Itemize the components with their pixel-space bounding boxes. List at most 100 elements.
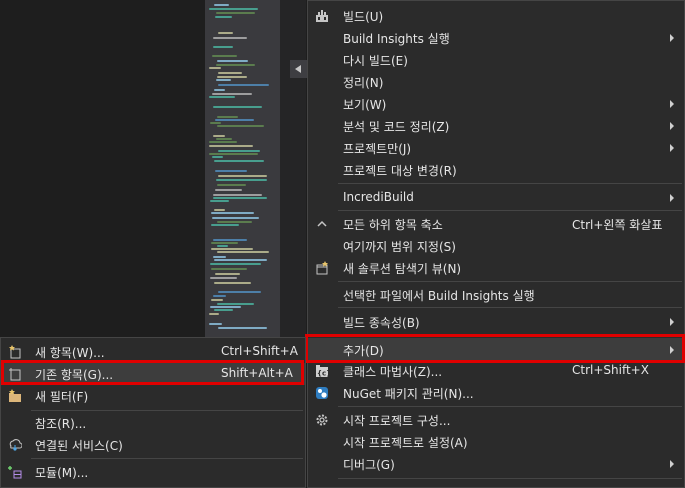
minimap-line	[213, 37, 247, 39]
menu-item-set-startup[interactable]: 시작 프로젝트로 설정(A)	[308, 431, 684, 453]
menu-item-analyze[interactable]: 분석 및 코드 정리(Z)	[308, 115, 684, 137]
menu-item-incredibuild[interactable]: IncrediBuild	[308, 187, 684, 209]
menu-item-label: 시작 프로젝트로 설정(A)	[343, 436, 468, 450]
menu-item-collapse-all[interactable]: 모든 하위 항목 축소 Ctrl+왼쪽 화살표	[308, 213, 684, 235]
minimap-line	[216, 138, 232, 140]
minimap-line	[218, 291, 261, 293]
menu-item-label: IncrediBuild	[343, 190, 414, 204]
menu-item-configure-startup[interactable]: 시작 프로젝트 구성...	[308, 409, 684, 431]
menu-item-nuget[interactable]: NuGet 패키지 관리(N)...	[308, 382, 684, 404]
menu-item-scope-to-this[interactable]: 여기까지 범위 지정(S)	[308, 235, 684, 257]
minimap-line	[210, 306, 241, 308]
minimap-line	[217, 60, 248, 62]
submenu-arrow-icon	[670, 34, 674, 42]
minimap-line	[209, 96, 235, 98]
menu-item-class-wizard[interactable]: {c} 클래스 마법사(Z)... Ctrl+Shift+X	[308, 360, 684, 382]
menu-item-shortcut: Ctrl+Shift+X	[572, 363, 649, 377]
submenu-item-connected-service[interactable]: 연결된 서비스(C)	[1, 434, 305, 456]
menu-item-project-only[interactable]: 프로젝트만(J)	[308, 137, 684, 159]
minimap-line	[210, 200, 229, 202]
minimap-line	[214, 259, 267, 261]
submenu-arrow-icon	[670, 318, 674, 326]
minimap-line	[212, 93, 252, 95]
minimap-line	[215, 16, 232, 18]
minimap-line	[209, 153, 258, 155]
menu-item-label: 분석 및 코드 정리(Z)	[343, 120, 450, 134]
add-submenu: 새 항목(W)... Ctrl+Shift+A 기존 항목(G)... Shif…	[0, 337, 306, 488]
minimap-line	[214, 160, 264, 162]
submenu-item-label: 참조(R)...	[35, 417, 87, 431]
menu-item-debug[interactable]: 디버그(G)	[308, 453, 684, 475]
minimap-line	[217, 116, 238, 118]
submenu-arrow-icon	[670, 122, 674, 130]
submenu-item-new-item[interactable]: 새 항목(W)... Ctrl+Shift+A	[1, 341, 305, 363]
minimap-line	[211, 224, 239, 226]
minimap-line	[218, 175, 267, 177]
minimap-line	[209, 141, 237, 143]
minimap-line	[217, 76, 247, 78]
submenu-arrow-icon	[670, 100, 674, 108]
menu-item-add[interactable]: 추가(D)	[308, 338, 684, 362]
nuget-icon	[314, 385, 330, 401]
submenu-arrow-icon	[670, 144, 674, 152]
submenu-item-reference[interactable]: 참조(R)...	[1, 412, 305, 434]
menu-separator	[338, 307, 682, 308]
submenu-item-existing-item[interactable]: 기존 항목(G)... Shift+Alt+A	[1, 363, 305, 385]
minimap-line	[213, 135, 225, 137]
menu-item-label: 빌드(U)	[343, 10, 384, 24]
code-minimap[interactable]	[205, 0, 280, 340]
menu-item-build-insights-selected[interactable]: 선택한 파일에서 Build Insights 실행	[308, 284, 684, 306]
menu-item-build-insights[interactable]: Build Insights 실행	[308, 27, 684, 49]
menu-item-label: 프로젝트 대상 변경(R)	[343, 164, 457, 178]
menu-separator	[338, 478, 682, 479]
menu-item-new-explorer-view[interactable]: 새 솔루션 탐색기 뷰(N)	[308, 257, 684, 279]
minimap-line	[218, 327, 267, 329]
submenu-item-label: 모듈(M)...	[35, 466, 89, 480]
existing-item-icon	[7, 366, 23, 382]
minimap-line	[214, 309, 233, 311]
menu-item-label: 다시 빌드(E)	[343, 54, 408, 68]
menu-item-clean[interactable]: 정리(N)	[308, 71, 684, 93]
minimap-line	[217, 221, 252, 223]
menu-item-label: 선택한 파일에서 Build Insights 실행	[343, 289, 535, 303]
menu-item-view[interactable]: 보기(W)	[308, 93, 684, 115]
minimap-line	[211, 299, 223, 301]
minimap-line	[217, 125, 264, 127]
minimap-line	[217, 251, 269, 253]
menu-item-label: 여기까지 범위 지정(S)	[343, 240, 456, 254]
minimap-line	[214, 209, 225, 211]
minimap-line	[215, 273, 240, 275]
submenu-separator	[31, 410, 303, 411]
minimap-line	[216, 179, 267, 181]
submenu-item-label: 연결된 서비스(C)	[35, 439, 123, 453]
minimap-line	[209, 145, 253, 147]
minimap-line	[218, 72, 242, 74]
submenu-item-new-filter[interactable]: 새 필터(F)	[1, 385, 305, 407]
minimap-line	[211, 212, 254, 214]
scroll-left-arrow-icon[interactable]	[290, 60, 308, 78]
minimap-line	[217, 184, 246, 186]
menu-item-label: 디버그(G)	[343, 458, 395, 472]
menu-item-rebuild[interactable]: 다시 빌드(E)	[308, 49, 684, 71]
menu-item-label: 빌드 종속성(B)	[343, 316, 420, 330]
submenu-arrow-icon	[670, 346, 674, 354]
minimap-line	[215, 189, 242, 191]
menu-item-label: 프로젝트만(J)	[343, 142, 412, 156]
minimap-line	[216, 64, 255, 66]
minimap-line	[212, 55, 237, 57]
minimap-line	[213, 194, 262, 196]
menu-item-build[interactable]: 빌드(U)	[308, 5, 684, 27]
submenu-item-shortcut: Shift+Alt+A	[221, 366, 293, 380]
class-wizard-icon: {c}	[314, 363, 330, 379]
menu-item-label: 정리(N)	[343, 76, 384, 90]
submenu-item-label: 기존 항목(G)...	[35, 368, 114, 382]
minimap-line	[213, 106, 262, 108]
collapse-icon	[314, 216, 330, 232]
menu-separator	[338, 210, 682, 211]
minimap-line	[210, 277, 237, 279]
menu-item-retarget[interactable]: 프로젝트 대상 변경(R)	[308, 159, 684, 181]
submenu-item-module[interactable]: 모듈(M)...	[1, 461, 305, 483]
gear-icon	[314, 412, 330, 428]
minimap-line	[215, 170, 247, 172]
menu-item-build-dependencies[interactable]: 빌드 종속성(B)	[308, 311, 684, 333]
